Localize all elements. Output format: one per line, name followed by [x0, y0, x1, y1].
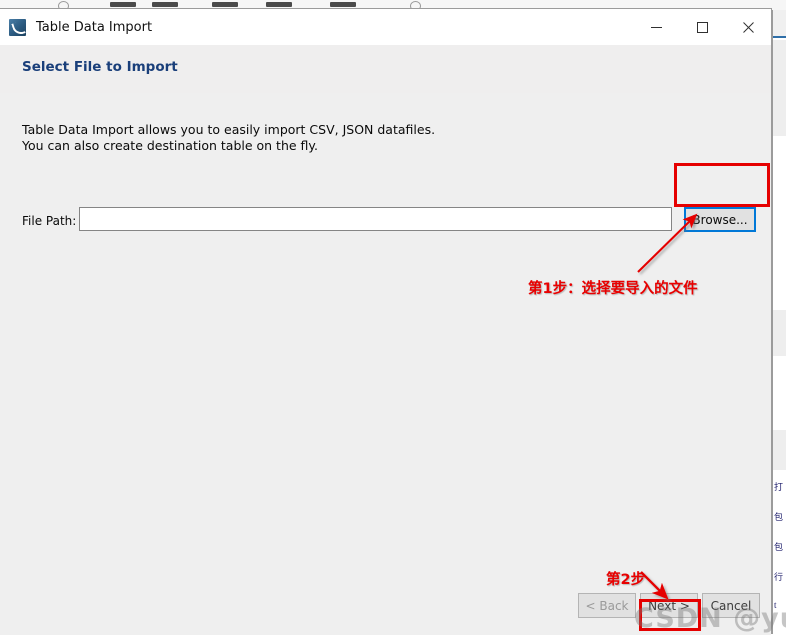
annotation-step2-text: 第2步	[606, 572, 646, 588]
background-toolbar-item	[266, 2, 292, 7]
background-window[interactable]: 打 包 包 行 t	[772, 10, 786, 634]
background-window-text: 打	[774, 482, 784, 492]
back-button[interactable]: < Back	[578, 593, 636, 618]
dialog-body: Table Data Import allows you to easily i…	[0, 93, 771, 635]
window-controls	[633, 9, 771, 45]
background-window-band	[773, 430, 786, 470]
background-toolbar-item	[330, 2, 356, 7]
dialog-header-strip: Select File to Import	[0, 45, 771, 93]
page-title: Select File to Import	[22, 59, 178, 75]
description-line-2: You can also create destination table on…	[22, 138, 319, 153]
dialog-footer: < Back Next > Cancel	[0, 581, 771, 635]
dialog-title: Table Data Import	[36, 19, 153, 35]
browse-button[interactable]: Browse...	[684, 207, 756, 232]
mysql-workbench-icon	[9, 18, 26, 36]
table-data-import-dialog: Table Data Import Select File to Import …	[0, 8, 772, 635]
background-window-text: 包	[774, 542, 784, 552]
background-window-band	[773, 40, 786, 136]
file-path-label: File Path:	[22, 214, 77, 228]
background-window-text: t	[774, 600, 777, 610]
next-button[interactable]: Next >	[640, 593, 698, 618]
background-toolbar-item	[212, 2, 238, 7]
background-toolbar-item	[152, 2, 178, 7]
background-window-text: 行	[774, 572, 784, 582]
cancel-button[interactable]: Cancel	[702, 593, 760, 618]
close-icon[interactable]	[725, 9, 771, 45]
background-toolbar-item	[110, 2, 136, 7]
background-window-header	[773, 10, 786, 38]
minimize-icon[interactable]	[633, 9, 679, 45]
file-path-input[interactable]	[79, 207, 672, 231]
description-line-1: Table Data Import allows you to easily i…	[22, 122, 436, 137]
background-window-text: 包	[774, 512, 784, 522]
annotation-step1-text: 第1步：选择要导入的文件	[528, 281, 698, 297]
maximize-icon[interactable]	[679, 9, 725, 45]
dialog-titlebar[interactable]: Table Data Import	[0, 9, 771, 45]
background-window-band	[773, 310, 786, 356]
